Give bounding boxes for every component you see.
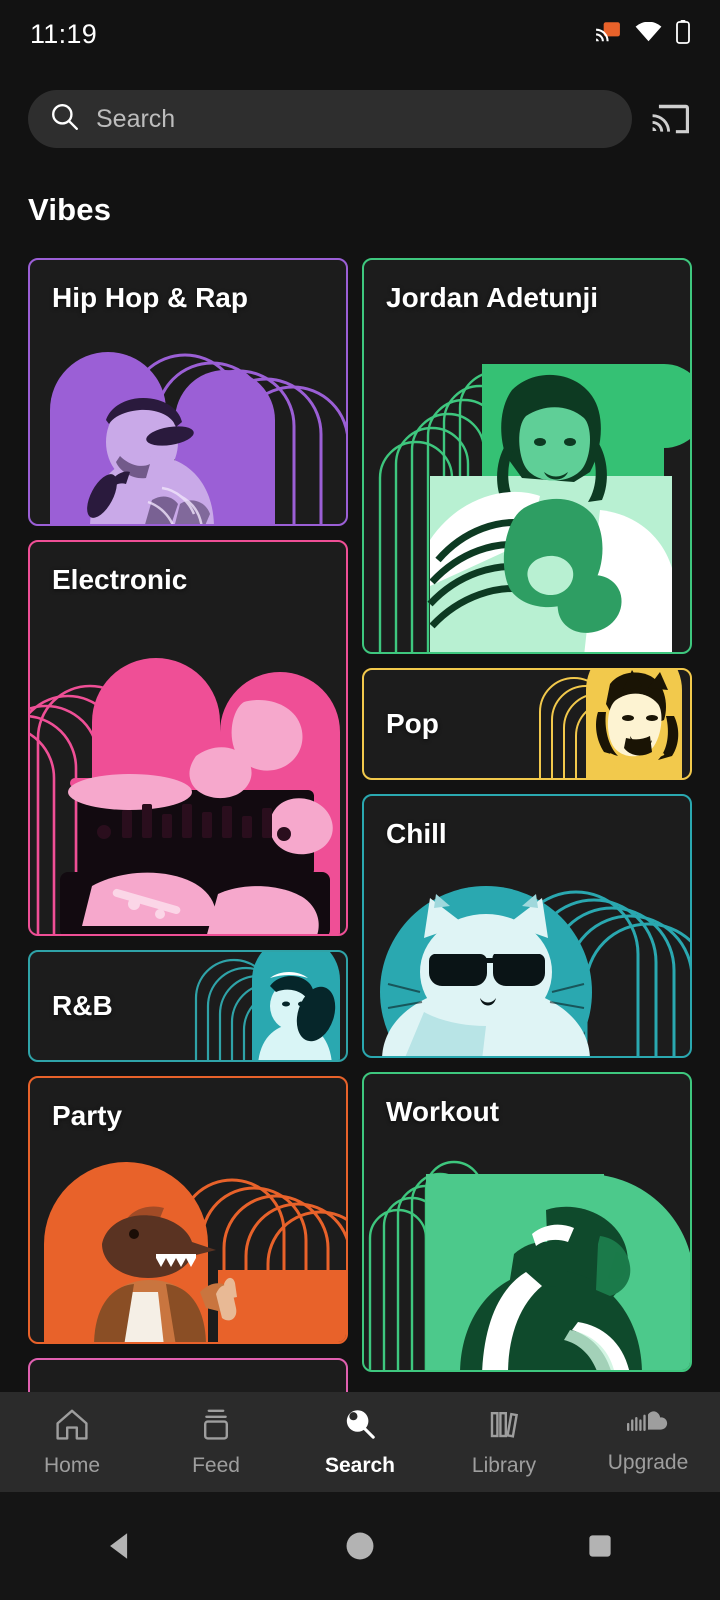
recents-square-icon [589,1535,611,1557]
card-next-partial[interactable] [28,1358,348,1392]
search-input[interactable]: Search [28,90,632,148]
search-bar-row: Search [0,88,720,150]
artwork-dj-mixer-hands [30,542,346,934]
home-circle-icon [346,1532,374,1560]
artwork-dino-in-suit [30,1078,346,1342]
android-system-nav [0,1492,720,1600]
bottom-navigation: Home Feed Search Library Upgrade [0,1392,720,1492]
artwork-pop-singer [364,670,690,778]
battery-icon [676,19,690,49]
nav-label: Upgrade [607,1451,689,1474]
vibes-card-grid[interactable]: Hip Hop & Rap Electronic R&B Party Jorda… [0,258,720,1392]
search-icon [342,1406,378,1447]
library-icon [486,1406,522,1447]
status-bar: 11:19 [0,0,720,68]
artwork-artist-portrait [364,260,690,652]
artwork-rnb-singer [30,952,346,1060]
search-placeholder: Search [96,104,176,133]
back-triangle-icon [110,1533,128,1559]
status-icons [595,19,690,49]
grid-column-right: Jordan Adetunji Pop Chill Workout [362,258,692,1392]
feed-icon [198,1406,234,1447]
nav-item-feed[interactable]: Feed [144,1392,288,1492]
card-r-and-b[interactable]: R&B [28,950,348,1062]
card-jordan-adetunji[interactable]: Jordan Adetunji [362,258,692,654]
back-button[interactable] [60,1516,180,1576]
section-title-vibes: Vibes [28,192,112,227]
recents-button[interactable] [540,1516,660,1576]
nav-item-library[interactable]: Library [432,1392,576,1492]
nav-item-search[interactable]: Search [288,1392,432,1492]
cast-icon [652,104,689,134]
soundcloud-search-screen: 11:19 Search Vibes Hip Hop & Rap Electro… [0,0,720,1600]
grid-column-left: Hip Hop & Rap Electronic R&B Party [28,258,348,1392]
home-button[interactable] [300,1516,420,1576]
search-icon [50,102,80,137]
card-chill[interactable]: Chill [362,794,692,1058]
nav-label: Search [324,1454,396,1477]
home-icon [54,1406,90,1447]
card-workout[interactable]: Workout [362,1072,692,1372]
artwork-none [30,1360,346,1392]
card-pop[interactable]: Pop [362,668,692,780]
nav-label: Feed [192,1454,240,1477]
nav-item-upgrade[interactable]: Upgrade [576,1392,720,1492]
artwork-rapper-with-mic [30,260,346,524]
artwork-cat-sunglasses [364,796,690,1056]
status-time: 11:19 [30,18,98,49]
wifi-icon [635,21,662,47]
cast-icon [595,21,621,48]
card-hip-hop-rap[interactable]: Hip Hop & Rap [28,258,348,526]
nav-label: Library [471,1454,537,1477]
artwork-flexing-arm [364,1074,690,1370]
nav-label: Home [43,1454,101,1477]
cast-button[interactable] [648,97,692,141]
card-electronic[interactable]: Electronic [28,540,348,936]
nav-item-home[interactable]: Home [0,1392,144,1492]
soundcloud-icon [627,1409,669,1444]
card-party[interactable]: Party [28,1076,348,1344]
